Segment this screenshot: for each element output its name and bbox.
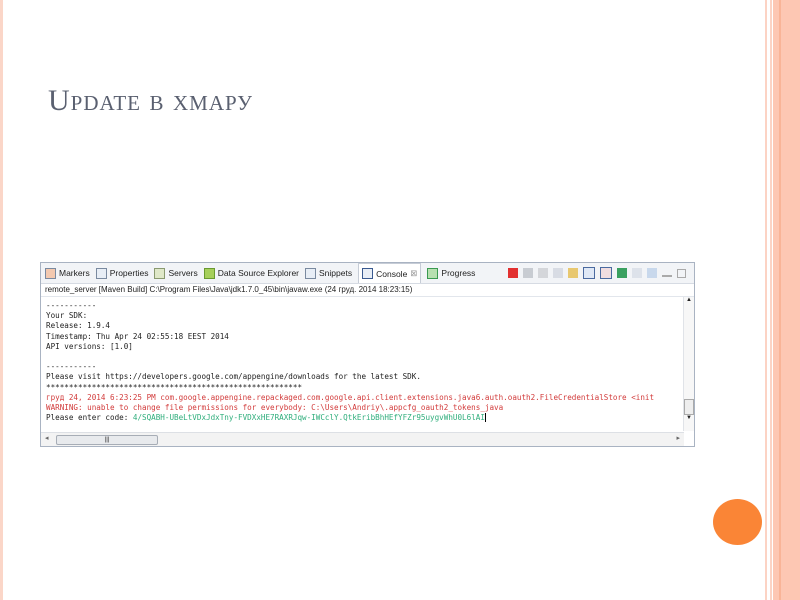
console-line: ----------- — [46, 301, 97, 310]
tab-label: Data Source Explorer — [217, 268, 300, 278]
slide-decoration — [765, 0, 767, 600]
tab-properties[interactable]: Properties — [95, 267, 149, 279]
tab-label: Properties — [109, 268, 149, 278]
prompt-text: Please enter code: — [46, 413, 133, 423]
snippets-icon — [305, 267, 317, 279]
decorative-circle — [713, 499, 762, 545]
minimize-icon[interactable] — [662, 270, 672, 277]
show-on-stdout-icon[interactable] — [583, 267, 595, 279]
console-line: Please visit https://developers.google.c… — [46, 372, 421, 382]
tab-data-source-explorer[interactable]: Data Source Explorer — [203, 267, 300, 279]
prompt-line: Please enter code: 4/SQABH-UBeLtVDxJdxTn… — [46, 413, 684, 423]
view-tabs: Markers Properties Servers Data Source E… — [41, 263, 694, 284]
tab-label: Progress — [441, 268, 476, 278]
servers-icon — [154, 267, 166, 279]
slide-title: Update в хмару — [48, 84, 254, 117]
console-view: Markers Properties Servers Data Source E… — [40, 262, 695, 447]
tab-label: Console — [376, 268, 408, 279]
maximize-icon[interactable] — [677, 268, 686, 278]
close-icon[interactable]: ⊠ — [410, 268, 417, 279]
tab-label: Servers — [168, 268, 198, 278]
tab-snippets[interactable]: Snippets — [305, 267, 353, 279]
show-on-stderr-icon[interactable] — [600, 267, 612, 279]
display-console-icon[interactable] — [632, 268, 642, 278]
open-console-icon[interactable] — [647, 268, 657, 278]
warning-line: WARNING: unable to change file permissio… — [46, 403, 504, 413]
tab-label: Markers — [59, 268, 90, 278]
console-toolbar — [508, 267, 694, 279]
database-icon — [203, 267, 215, 279]
terminate-icon[interactable] — [508, 268, 518, 278]
remove-all-icon[interactable] — [538, 268, 548, 278]
slide-decoration — [770, 0, 772, 600]
scroll-lock-icon[interactable] — [568, 268, 578, 278]
pin-console-icon[interactable] — [617, 268, 627, 278]
vertical-scrollbar[interactable]: ▲ ▼ — [683, 297, 694, 431]
launch-description: remote_server [Maven Build] C:\Program F… — [41, 284, 694, 297]
console-line: ----------- — [46, 362, 97, 372]
properties-icon — [95, 267, 107, 279]
console-line: ****************************************… — [46, 382, 303, 392]
console-line: Your SDK: — [46, 311, 88, 321]
console-icon — [362, 268, 374, 279]
clear-console-icon[interactable] — [553, 268, 563, 278]
tab-markers[interactable]: Markers — [45, 267, 90, 279]
console-output[interactable]: ----------- Your SDK: Release: 1.9.4 Timest… — [41, 297, 684, 435]
tab-label: Snippets — [319, 268, 353, 278]
progress-icon — [427, 267, 439, 279]
scrollbar-thumb[interactable]: ||| — [56, 435, 158, 445]
slide-decoration — [779, 0, 781, 600]
remove-launch-icon[interactable] — [523, 268, 533, 278]
code-input[interactable]: 4/SQABH-UBeLtVDxJdxTny-FVDXxHE7RAXRJqw-I… — [133, 413, 485, 422]
error-line: груд 24, 2014 6:23:25 PM com.google.appe… — [46, 392, 655, 402]
tab-servers[interactable]: Servers — [154, 267, 198, 279]
horizontal-scrollbar[interactable]: ◂ ||| ▸ — [41, 432, 684, 446]
tab-console[interactable]: Console ⊠ — [358, 263, 422, 283]
slide-border-left — [0, 0, 3, 600]
tab-progress[interactable]: Progress — [427, 267, 476, 279]
console-line: Release: 1.9.4 — [46, 321, 111, 331]
console-line: API versions: [1.0] — [46, 341, 133, 351]
console-line: Timestamp: Thu Apr 24 02:55:18 EEST 2014 — [46, 331, 229, 341]
markers-icon — [45, 267, 56, 279]
slide-decoration-band — [773, 0, 800, 600]
